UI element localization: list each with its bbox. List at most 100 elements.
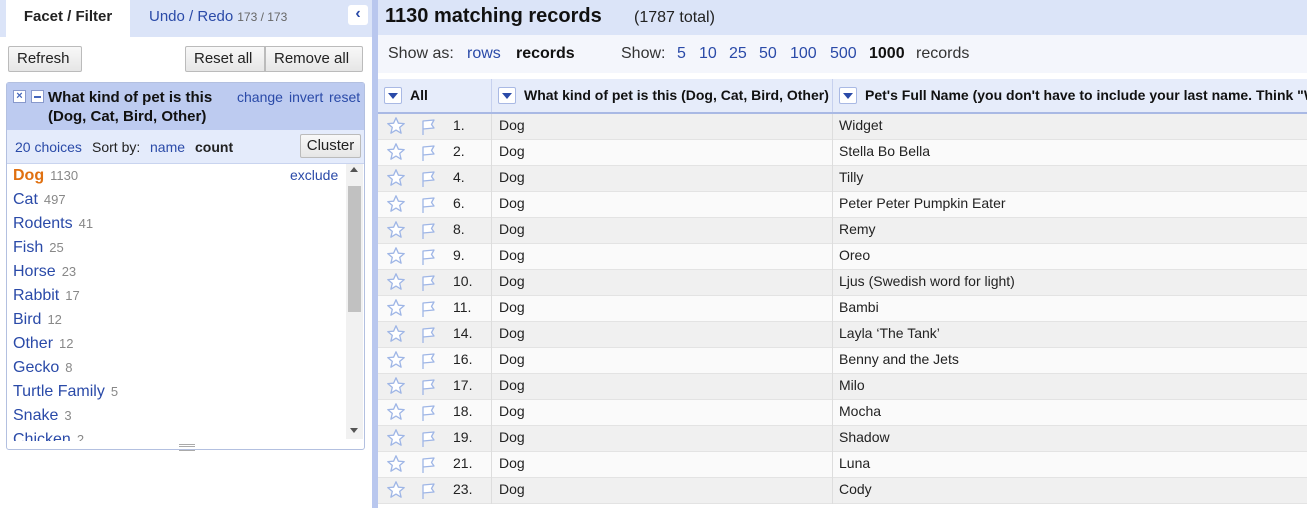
- pet-kind-cell[interactable]: Dog: [492, 244, 833, 270]
- star-icon[interactable]: [386, 480, 406, 500]
- page-size-5[interactable]: 5: [677, 45, 686, 63]
- pet-kind-cell[interactable]: Dog: [492, 296, 833, 322]
- page-size-100[interactable]: 100: [790, 45, 817, 63]
- scroll-down-arrow-icon[interactable]: [350, 428, 358, 433]
- pet-kind-cell[interactable]: Dog: [492, 166, 833, 192]
- pet-kind-cell[interactable]: Dog: [492, 114, 833, 140]
- page-size-25[interactable]: 25: [729, 45, 747, 63]
- star-icon[interactable]: [386, 324, 406, 344]
- facet-choice-label[interactable]: Cat: [13, 191, 38, 208]
- reset-all-button[interactable]: Reset all: [185, 46, 265, 72]
- facet-choice[interactable]: Chicken 2: [13, 428, 84, 441]
- facet-choice[interactable]: Snake 3: [13, 404, 72, 428]
- flag-icon[interactable]: [418, 429, 438, 449]
- pet-name-cell[interactable]: Milo: [833, 374, 1307, 400]
- star-icon[interactable]: [386, 220, 406, 240]
- tab-undo-redo[interactable]: Undo / Redo 173 / 173: [149, 0, 287, 37]
- flag-icon[interactable]: [418, 143, 438, 163]
- facet-choice[interactable]: Turtle Family 5: [13, 380, 118, 404]
- star-icon[interactable]: [386, 454, 406, 474]
- star-icon[interactable]: [386, 168, 406, 188]
- tab-facet-filter[interactable]: Facet / Filter: [6, 0, 130, 38]
- flag-icon[interactable]: [418, 273, 438, 293]
- column-menu-dropdown-icon[interactable]: [384, 87, 402, 104]
- facet-choice[interactable]: Horse 23: [13, 260, 76, 284]
- flag-icon[interactable]: [418, 247, 438, 267]
- scroll-up-arrow-icon[interactable]: [350, 167, 358, 172]
- facet-choice-label[interactable]: Turtle Family: [13, 383, 105, 400]
- pet-kind-cell[interactable]: Dog: [492, 322, 833, 348]
- pet-kind-cell[interactable]: Dog: [492, 270, 833, 296]
- flag-icon[interactable]: [418, 325, 438, 345]
- star-icon[interactable]: [386, 194, 406, 214]
- facet-scrollbar[interactable]: [346, 164, 363, 439]
- show-as-rows-link[interactable]: rows: [467, 45, 501, 63]
- pet-kind-cell[interactable]: Dog: [492, 348, 833, 374]
- remove-all-button[interactable]: Remove all: [265, 46, 363, 72]
- facet-choice-label[interactable]: Rodents: [13, 215, 73, 232]
- pet-kind-cell[interactable]: Dog: [492, 426, 833, 452]
- pet-name-cell[interactable]: Widget: [833, 114, 1307, 140]
- star-icon[interactable]: [386, 116, 406, 136]
- flag-icon[interactable]: [418, 377, 438, 397]
- page-size-500[interactable]: 500: [830, 45, 857, 63]
- flag-icon[interactable]: [418, 221, 438, 241]
- flag-icon[interactable]: [418, 455, 438, 475]
- page-size-1000[interactable]: 1000: [869, 45, 905, 63]
- minimize-icon[interactable]: [31, 90, 44, 103]
- facet-choice-label[interactable]: Rabbit: [13, 287, 59, 304]
- pet-name-cell[interactable]: Remy: [833, 218, 1307, 244]
- column-menu-dropdown-icon[interactable]: [839, 87, 857, 104]
- facet-choice[interactable]: Rabbit 17: [13, 284, 80, 308]
- flag-icon[interactable]: [418, 351, 438, 371]
- pet-name-cell[interactable]: Shadow: [833, 426, 1307, 452]
- pet-name-cell[interactable]: Peter Peter Pumpkin Eater: [833, 192, 1307, 218]
- facet-choice[interactable]: Cat 497: [13, 188, 66, 212]
- facet-invert-link[interactable]: invert: [289, 89, 323, 105]
- star-icon[interactable]: [386, 298, 406, 318]
- facet-choice[interactable]: Gecko 8: [13, 356, 72, 380]
- facet-choice[interactable]: Fish 25: [13, 236, 64, 260]
- flag-icon[interactable]: [418, 403, 438, 423]
- pet-kind-cell[interactable]: Dog: [492, 400, 833, 426]
- pet-name-cell[interactable]: Mocha: [833, 400, 1307, 426]
- pet-name-cell[interactable]: Layla ‘The Tank’: [833, 322, 1307, 348]
- pet-name-cell[interactable]: Stella Bo Bella: [833, 140, 1307, 166]
- pet-kind-cell[interactable]: Dog: [492, 218, 833, 244]
- facet-choice[interactable]: Other 12: [13, 332, 73, 356]
- choices-count[interactable]: 20 choices: [15, 139, 82, 155]
- flag-icon[interactable]: [418, 117, 438, 137]
- pet-name-cell[interactable]: Ljus (Swedish word for light): [833, 270, 1307, 296]
- flag-icon[interactable]: [418, 481, 438, 501]
- column-menu-dropdown-icon[interactable]: [498, 87, 516, 104]
- facet-choice-label[interactable]: Dog: [13, 167, 44, 184]
- flag-icon[interactable]: [418, 299, 438, 319]
- facet-choice-label[interactable]: Snake: [13, 407, 58, 424]
- star-icon[interactable]: [386, 142, 406, 162]
- facet-choice-label[interactable]: Other: [13, 335, 53, 352]
- page-size-10[interactable]: 10: [699, 45, 717, 63]
- scroll-thumb[interactable]: [348, 186, 361, 312]
- facet-choice-label[interactable]: Horse: [13, 263, 56, 280]
- facet-reset-link[interactable]: reset: [329, 89, 360, 105]
- refresh-button[interactable]: Refresh: [8, 46, 82, 72]
- pet-name-cell[interactable]: Bambi: [833, 296, 1307, 322]
- flag-icon[interactable]: [418, 195, 438, 215]
- pet-name-cell[interactable]: Tilly: [833, 166, 1307, 192]
- pet-kind-cell[interactable]: Dog: [492, 452, 833, 478]
- resize-grip-icon[interactable]: [179, 444, 195, 451]
- flag-icon[interactable]: [418, 169, 438, 189]
- star-icon[interactable]: [386, 376, 406, 396]
- facet-choice-label[interactable]: Bird: [13, 311, 41, 328]
- page-size-50[interactable]: 50: [759, 45, 777, 63]
- star-icon[interactable]: [386, 272, 406, 292]
- pet-name-cell[interactable]: Cody: [833, 478, 1307, 504]
- star-icon[interactable]: [386, 246, 406, 266]
- facet-choice-label[interactable]: Chicken: [13, 431, 71, 441]
- star-icon[interactable]: [386, 428, 406, 448]
- pet-name-cell[interactable]: Oreo: [833, 244, 1307, 270]
- pet-kind-cell[interactable]: Dog: [492, 140, 833, 166]
- exclude-link[interactable]: exclude: [290, 167, 338, 183]
- facet-change-link[interactable]: change: [237, 89, 283, 105]
- facet-choice[interactable]: Dog 1130: [13, 164, 78, 188]
